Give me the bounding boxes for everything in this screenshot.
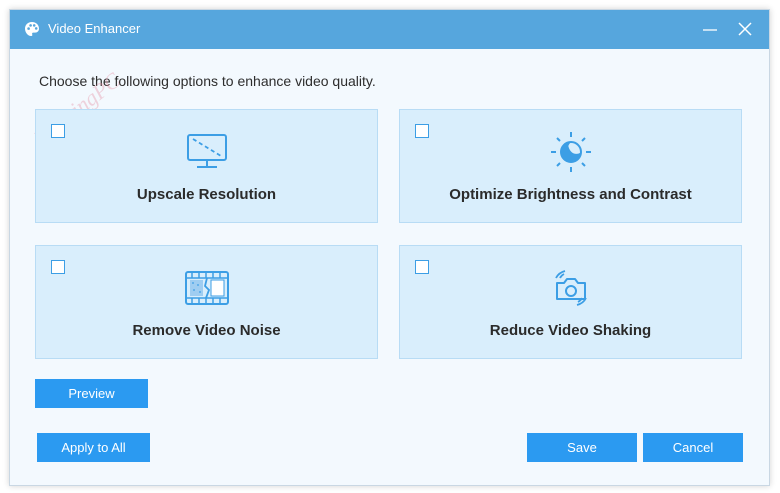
instruction-text: Choose the following options to enhance … xyxy=(39,73,376,89)
save-button[interactable]: Save xyxy=(527,433,637,462)
optimize-brightness-checkbox[interactable] xyxy=(415,124,429,138)
option-label: Optimize Brightness and Contrast xyxy=(449,186,692,203)
option-label: Reduce Video Shaking xyxy=(489,322,652,339)
video-enhancer-window: Video Enhancer Choose the following opti… xyxy=(9,9,770,486)
remove-noise-checkbox[interactable] xyxy=(51,260,65,274)
option-label: Upscale Resolution xyxy=(136,186,277,203)
monitor-icon xyxy=(186,134,227,168)
apply-to-all-button[interactable]: Apply to All xyxy=(37,433,150,462)
minimize-icon[interactable] xyxy=(700,19,720,39)
preview-button[interactable]: Preview xyxy=(35,379,148,408)
option-optimize-brightness[interactable]: Optimize Brightness and Contrast xyxy=(399,109,742,223)
reduce-shaking-checkbox[interactable] xyxy=(415,260,429,274)
cancel-button[interactable]: Cancel xyxy=(643,433,743,462)
close-icon[interactable] xyxy=(735,19,755,39)
brightness-icon xyxy=(550,132,591,172)
shaking-camera-icon xyxy=(554,270,587,306)
option-remove-noise[interactable]: Remove Video Noise xyxy=(35,245,378,359)
option-upscale-resolution[interactable]: Upscale Resolution xyxy=(35,109,378,223)
title-bar[interactable]: Video Enhancer xyxy=(10,10,769,49)
film-noise-icon xyxy=(184,271,229,305)
upscale-resolution-checkbox[interactable] xyxy=(51,124,65,138)
option-label: Remove Video Noise xyxy=(132,322,281,339)
option-reduce-shaking[interactable]: Reduce Video Shaking xyxy=(399,245,742,359)
window-title: Video Enhancer xyxy=(48,21,141,36)
palette-icon xyxy=(25,22,39,36)
